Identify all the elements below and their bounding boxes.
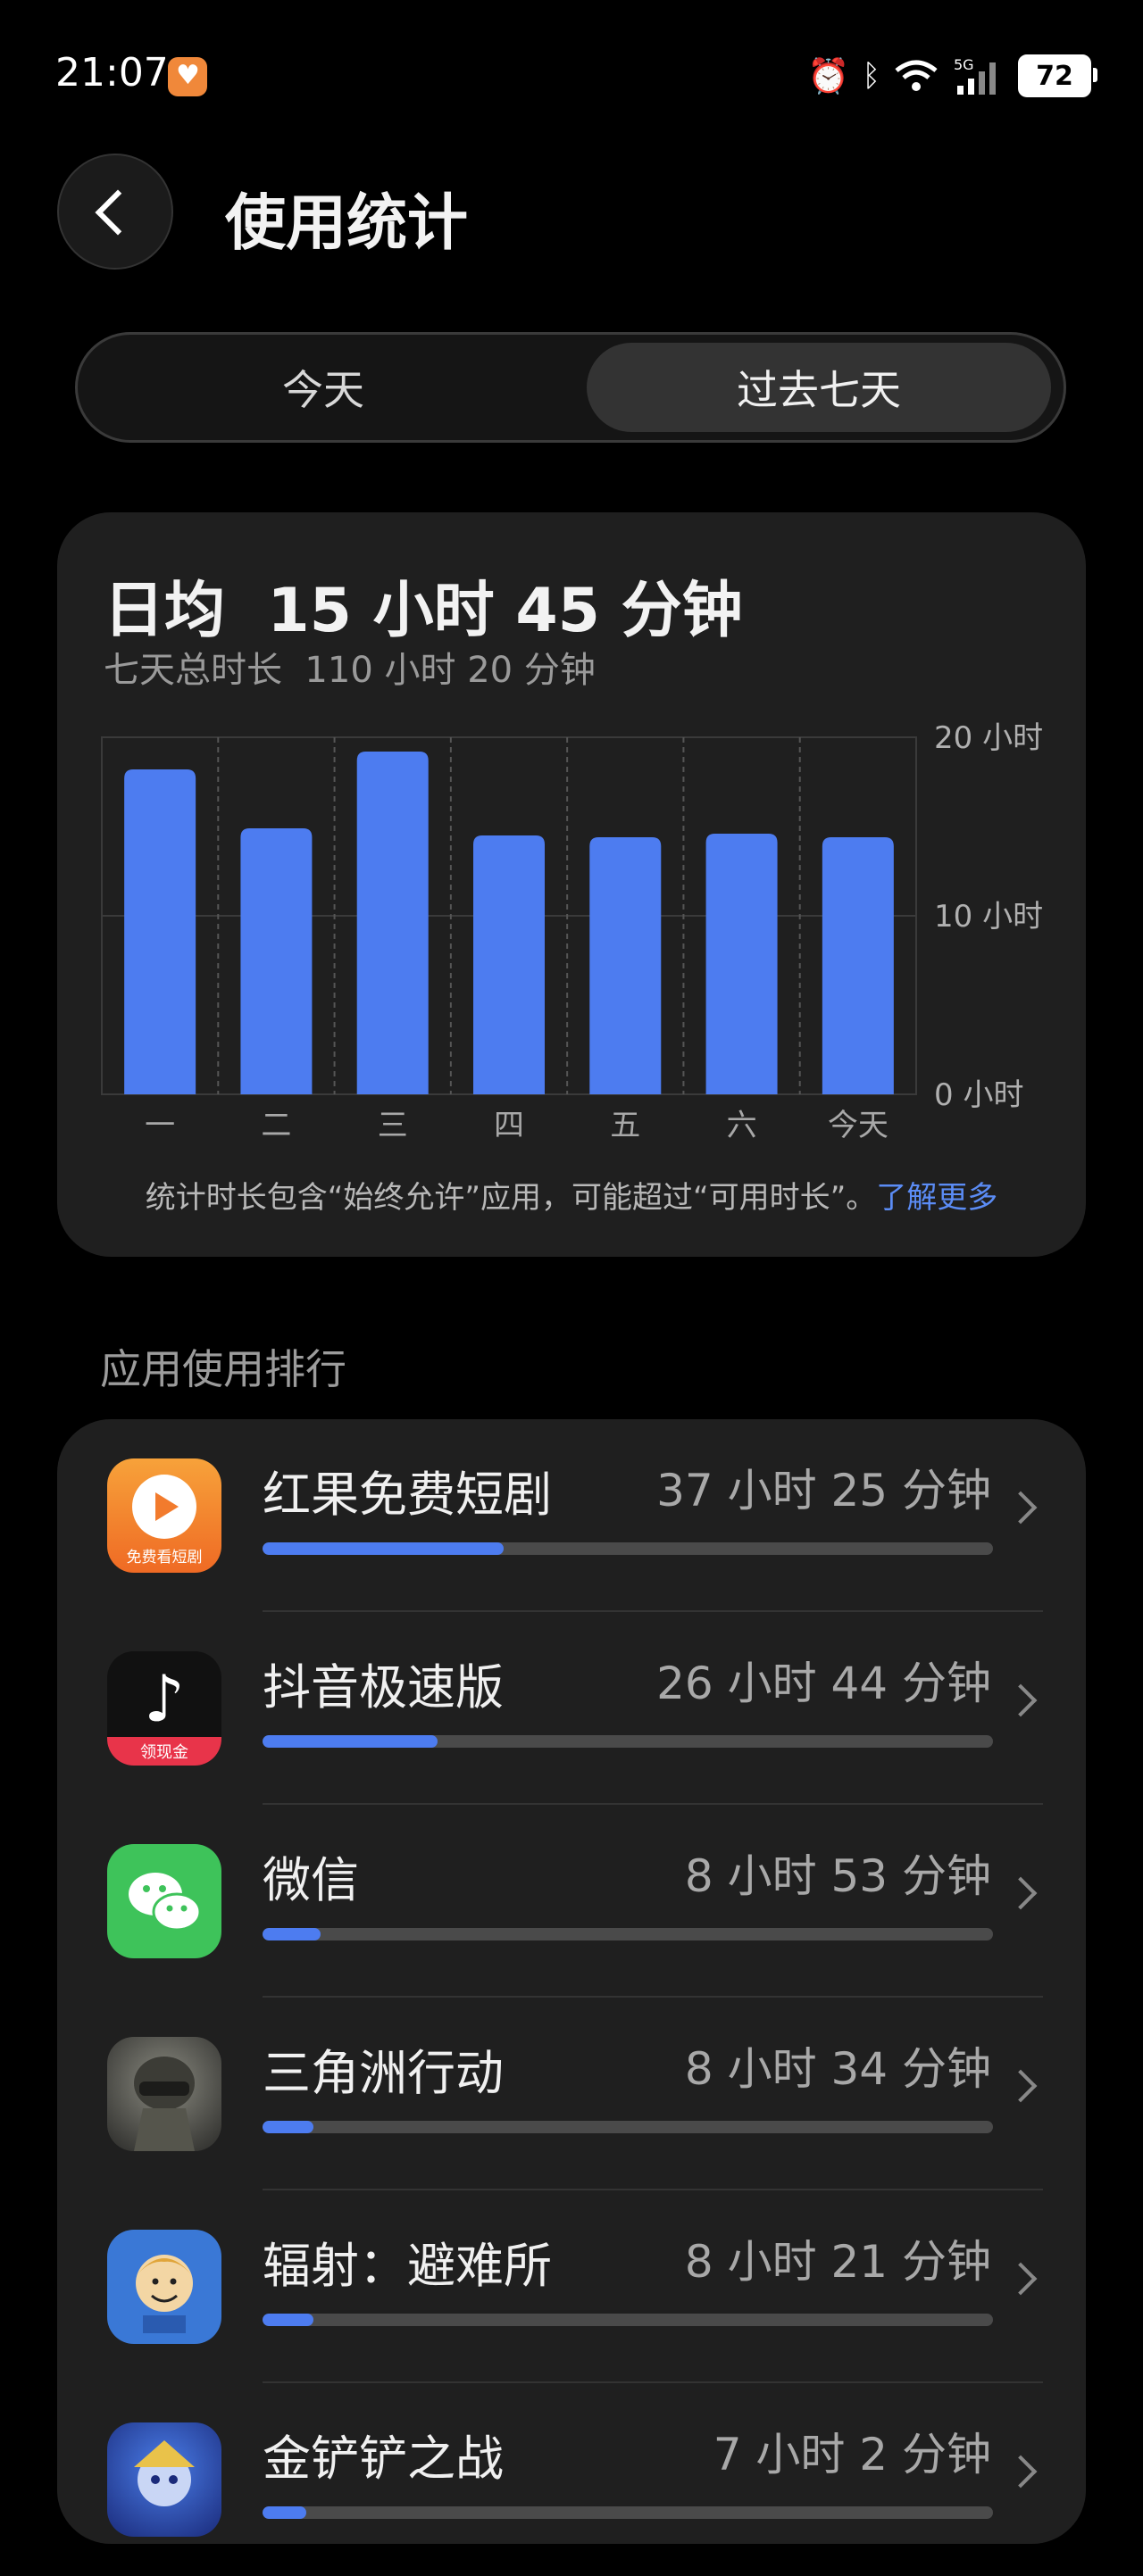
usage-progress-fill [263,1928,321,1940]
usage-progress-bar [263,2121,993,2133]
svg-text:♪: ♪ [144,1661,185,1736]
back-arrow-icon [95,189,141,236]
chart-x-tick-label: 五 [610,1108,640,1143]
usage-progress-bar [263,1735,993,1748]
chart-x-tick-label: 今天 [828,1108,889,1143]
app-usage-time: 8 小时 21 分钟 [684,2236,991,2288]
app-usage-time: 37 小时 25 分钟 [656,1465,991,1517]
status-bar: 21:07 ⏰ ᛒ 5G 72 [0,0,1143,152]
app-name: 金铲铲之战 [263,2431,504,2487]
svg-text:5G: 5G [954,56,974,73]
tab-today[interactable]: 今天 [87,343,560,432]
page-title: 使用统计 [225,188,469,259]
chart-x-tick-label: 一 [145,1108,175,1143]
app-name: 三角洲行动 [263,2045,504,2101]
chart-bar [240,828,313,1094]
bluetooth-icon: ᛒ [862,58,880,94]
app-name: 微信 [263,1852,359,1908]
app-row-douyin[interactable]: ♪ 领现金 抖音极速版 26 小时 44 分钟 [57,1612,1086,1805]
douyin-icon: ♪ 领现金 [107,1651,221,1766]
chart-x-tick-label: 六 [727,1108,757,1143]
usage-progress-bar [263,2314,993,2326]
chevron-right-icon [1004,2069,1038,2103]
chart-bar [589,837,662,1094]
chart-y-tick-label: 20 小时 [934,720,1043,756]
app-row-hongguo[interactable]: 免费看短剧 红果免费短剧 37 小时 25 分钟 [57,1419,1086,1612]
note-text: 统计时长包含“始终允许”应用，可能超过“可用时长”。 [145,1180,877,1216]
app-usage-time: 8 小时 53 分钟 [684,1850,991,1902]
app-name: 抖音极速版 [263,1659,504,1716]
app-ranking-list: 免费看短剧 红果免费短剧 37 小时 25 分钟 ♪ 领现金 抖音极速版 26 … [57,1419,1086,2544]
usage-progress-bar [263,1542,993,1555]
usage-progress-fill [263,1735,438,1748]
app-row-delta-force[interactable]: 三角洲行动 8 小时 34 分钟 [57,1998,1086,2190]
chart-bar [473,835,545,1094]
chevron-right-icon [1004,1683,1038,1717]
usage-progress-bar [263,1928,993,1940]
app-row-wechat[interactable]: 微信 8 小时 53 分钟 [57,1805,1086,1998]
svg-text:免费看短剧: 免费看短剧 [127,1549,203,1566]
chevron-right-icon [1004,2262,1038,2296]
learn-more-link[interactable]: 了解更多 [876,1180,997,1216]
chart-bar [705,834,778,1094]
chart-bar [124,769,196,1094]
status-icons: ⏰ ᛒ 5G 72 [807,54,1097,98]
usage-progress-fill [263,2314,314,2326]
signal-icon: 5G [954,56,996,95]
status-time: 21:07 [55,50,169,96]
usage-progress-fill [263,2506,307,2519]
summary-card: 日均 15 小时 45 分钟 七天总时长 110 小时 20 分钟 一二三四五六… [57,512,1086,1257]
fallout-shelter-icon [107,2230,221,2344]
app-row-jinchanchan[interactable]: 金铲铲之战 7 小时 2 分钟 [57,2383,1086,2576]
chart-x-tick-label: 三 [378,1108,408,1143]
battery-indicator: 72 [1018,54,1097,97]
alarm-icon: ⏰ [807,56,850,96]
hongguo-icon: 免费看短剧 [107,1458,221,1573]
wifi-icon [895,60,938,91]
usage-bar-chart: 一 二 三 四 五 六 今天 0 小时 10 小时 20 小时 [101,720,1043,1143]
app-usage-time: 26 小时 44 分钟 [656,1658,991,1709]
app-name: 辐射：避难所 [263,2238,552,2294]
usage-progress-fill [263,2121,314,2133]
app-row-fallout-shelter[interactable]: 辐射：避难所 8 小时 21 分钟 [57,2190,1086,2383]
chart-bar [822,837,894,1094]
ranking-section-title: 应用使用排行 [100,1345,346,1393]
chevron-right-icon [1004,2455,1038,2489]
usage-progress-fill [263,1542,504,1555]
usage-note: 统计时长包含“始终允许”应用，可能超过“可用时长”。了解更多 [57,1173,1086,1217]
chart-x-tick-label: 四 [494,1108,524,1143]
period-segmented-control: 今天 过去七天 [75,332,1066,443]
tab-past-week[interactable]: 过去七天 [587,343,1051,432]
app-usage-time: 7 小时 2 分钟 [713,2429,991,2480]
chart-x-tick-label: 二 [261,1108,291,1143]
usage-progress-bar [263,2506,993,2519]
wechat-icon [107,1844,221,1958]
back-button[interactable] [57,154,173,270]
chevron-right-icon [1004,1876,1038,1910]
svg-text:领现金: 领现金 [140,1743,188,1762]
chart-y-tick-label: 0 小时 [934,1077,1023,1113]
chart-y-tick-label: 10 小时 [934,899,1043,935]
chevron-right-icon [1004,1491,1038,1525]
delta-force-icon [107,2037,221,2151]
app-usage-time: 8 小时 34 分钟 [684,2043,991,2095]
app-name: 红果免费短剧 [263,1467,552,1523]
notification-app-icon [168,57,207,96]
chart-bar [356,752,429,1094]
jinchanchan-icon [107,2422,221,2537]
